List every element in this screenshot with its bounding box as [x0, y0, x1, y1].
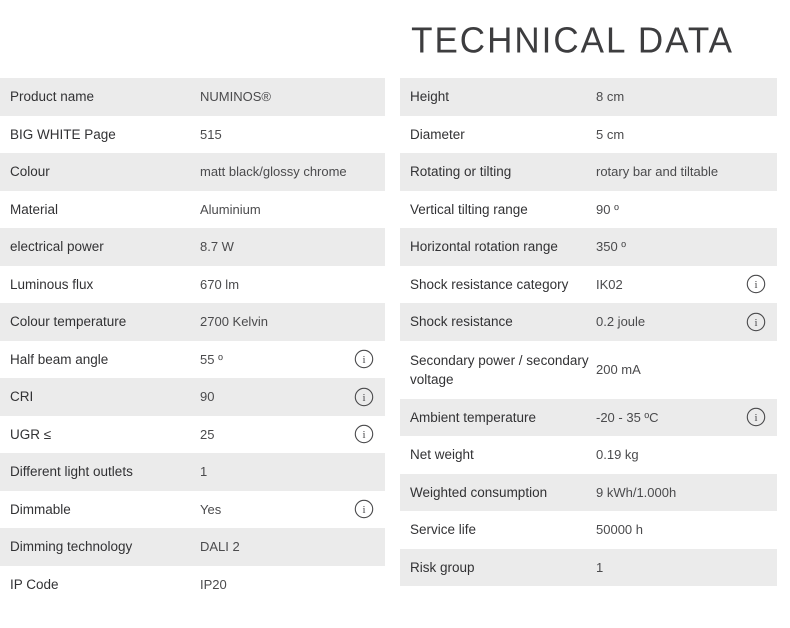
row-label: Material — [10, 201, 59, 217]
row-value: NUMINOS® — [200, 89, 271, 105]
table-row: Diameter 5 cm — [400, 115, 777, 153]
row-label: Different light outlets — [10, 464, 133, 480]
row-label: Dimming technology — [10, 539, 133, 555]
table-row: Colour matt black/glossy chrome — [0, 153, 385, 191]
table-row: Risk group 1 — [400, 548, 777, 586]
row-label: Rotating or tilting — [410, 164, 512, 180]
row-value: Aluminium — [200, 201, 261, 217]
row-value: 350 º — [596, 239, 627, 255]
row-value: 50000 h — [596, 522, 643, 538]
row-label: Ambient temperature — [410, 409, 537, 425]
page-title: TECHNICAL DATA — [411, 20, 734, 61]
row-value: 2700 Kelvin — [200, 314, 268, 330]
table-row: Dimming technology DALI 2 — [0, 528, 385, 566]
svg-text:i: i — [362, 504, 365, 516]
table-row: CRI 90 i — [0, 378, 385, 416]
row-label: IP Code — [10, 576, 59, 592]
table-row: Shock resistance category IK02 i — [400, 265, 777, 303]
row-value: matt black/glossy chrome — [200, 164, 347, 180]
table-row: BIG WHITE Page 515 — [0, 115, 385, 153]
row-label: Vertical tilting range — [410, 201, 528, 217]
svg-text:i: i — [754, 279, 757, 291]
svg-text:i: i — [362, 392, 365, 404]
row-value: 670 lm — [200, 276, 240, 292]
table-row: Net weight 0.19 kg — [400, 436, 777, 474]
svg-text:i: i — [362, 354, 365, 366]
table-row: Secondary power / secondary voltage 200 m… — [400, 340, 777, 399]
row-value: 8.7 W — [200, 239, 234, 255]
row-label: Weighted consumption — [410, 484, 548, 500]
table-row: electrical power 8.7 W — [0, 228, 385, 266]
info-icon[interactable]: i — [354, 349, 374, 369]
row-label: Colour — [10, 164, 50, 180]
row-value: 9 kWh/1.000h — [596, 484, 677, 500]
page-header: TECHNICAL DATA — [0, 0, 790, 78]
table-row: IP Code IP20 — [0, 565, 385, 603]
info-icon[interactable]: i — [746, 274, 766, 294]
row-label: UGR ≤ — [10, 426, 52, 442]
table-row: Ambient temperature -20 - 35 ºC i — [400, 398, 777, 436]
table-row: Half beam angle 55 ºi — [0, 340, 385, 378]
svg-text:i: i — [754, 412, 757, 424]
row-label: Shock resistance category — [410, 276, 569, 292]
row-label: Shock resistance — [410, 314, 513, 330]
row-label: Risk group — [410, 559, 475, 575]
table-row: Horizontal rotation range 350 º — [400, 228, 777, 266]
table-row: Service life 50000 h — [400, 511, 777, 549]
row-value: rotary bar and tiltable — [596, 164, 719, 180]
table-row: Product name NUMINOS® — [0, 78, 385, 116]
row-label: Luminous flux — [10, 276, 94, 292]
row-value: 1 — [200, 464, 208, 480]
table-row: Luminous flux 670 lm — [0, 265, 385, 303]
info-icon[interactable]: i — [746, 407, 766, 427]
row-label: Height — [410, 89, 450, 105]
row-value: 0.19 kg — [596, 447, 639, 463]
table-row: Different light outlets 1 — [0, 453, 385, 491]
row-value: 200 mA — [596, 362, 641, 377]
svg-text:i: i — [754, 317, 757, 329]
table-row: Colour temperature 2700 Kelvin — [0, 303, 385, 341]
row-label: Dimmable — [10, 501, 71, 517]
row-value: 90 º — [596, 201, 619, 217]
row-label: Product name — [10, 89, 95, 105]
table-row: Vertical tilting range 90 º — [400, 190, 777, 228]
table-row: Material Aluminium — [0, 190, 385, 228]
row-value: 8 cm — [596, 89, 625, 105]
row-label: CRI — [10, 389, 34, 405]
row-value: DALI 2 — [200, 539, 240, 555]
row-label: Net weight — [410, 447, 474, 463]
table-row: UGR ≤25 i — [0, 415, 385, 453]
table-row: Height 8 cm — [400, 78, 777, 116]
row-value: 5 cm — [596, 126, 625, 142]
technical-data-table-right: Height 8 cm Diameter 5 cm Rotating or tiltin… — [400, 78, 777, 586]
row-label: Service life — [410, 522, 477, 538]
row-label: Secondary power / secondary voltage — [410, 352, 589, 387]
row-label: Colour temperature — [10, 314, 127, 330]
row-label: Diameter — [410, 126, 465, 142]
technical-data-table-left: Product name NUMINOS® BIG WHITE Page 515 Col… — [0, 78, 385, 603]
row-value: IP20 — [200, 576, 227, 592]
row-label: Horizontal rotation range — [410, 239, 558, 255]
table-row: Shock resistance 0.2 joule i — [400, 303, 777, 341]
table-row: Rotating or tilting rotary bar and tiltab… — [400, 153, 777, 191]
row-label: Half beam angle — [10, 351, 109, 367]
info-icon[interactable]: i — [354, 424, 374, 444]
svg-text:i: i — [362, 429, 365, 441]
info-icon[interactable]: i — [746, 312, 766, 332]
row-label: BIG WHITE Page — [10, 126, 116, 142]
info-icon[interactable]: i — [354, 499, 374, 519]
table-row: Weighted consumption 9 kWh/1.000h — [400, 473, 777, 511]
table-row: Dimmable Yes i — [0, 490, 385, 528]
info-icon[interactable]: i — [354, 387, 374, 407]
row-label: electrical power — [10, 239, 104, 255]
row-value: 515 — [200, 126, 222, 142]
row-value: 1 — [596, 559, 604, 575]
